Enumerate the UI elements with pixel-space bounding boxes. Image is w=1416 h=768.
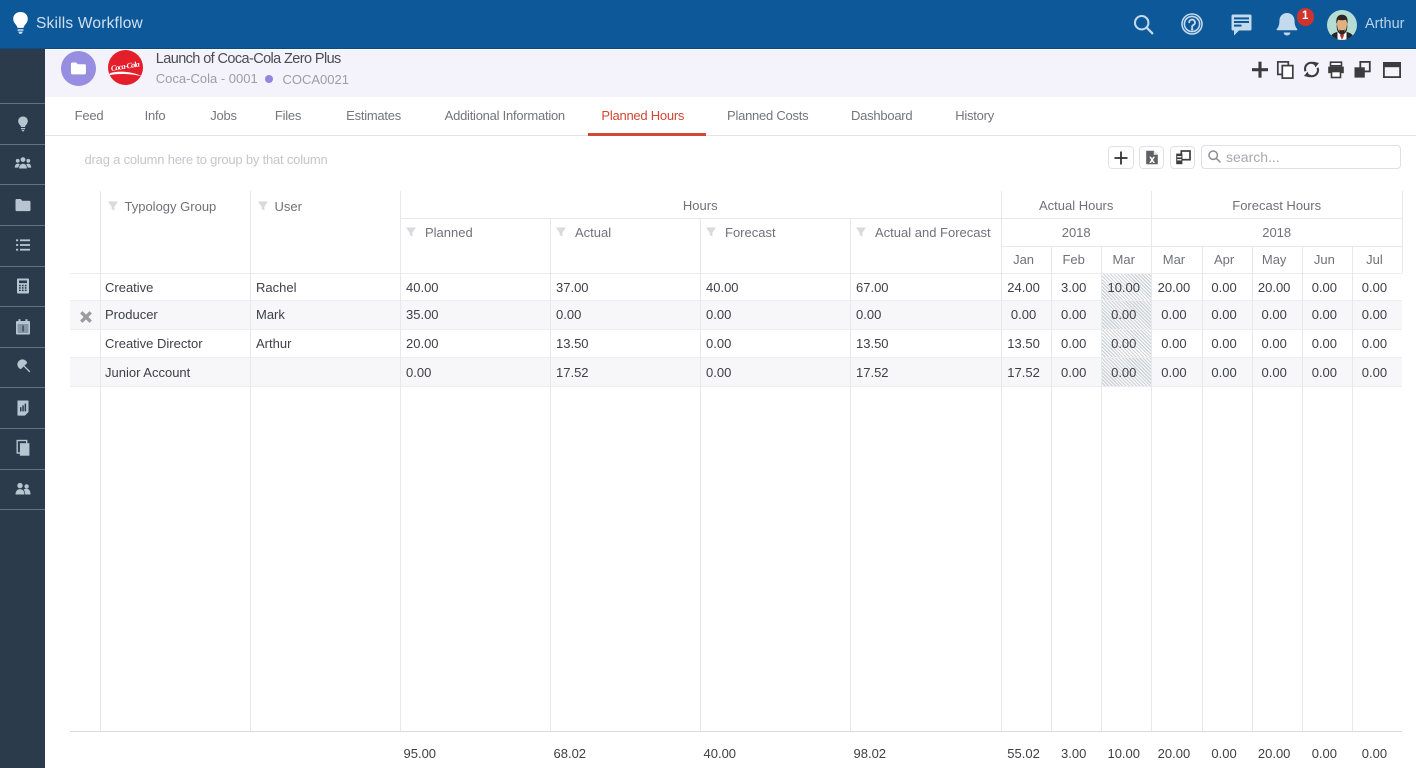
svg-text:I: I <box>21 323 23 333</box>
